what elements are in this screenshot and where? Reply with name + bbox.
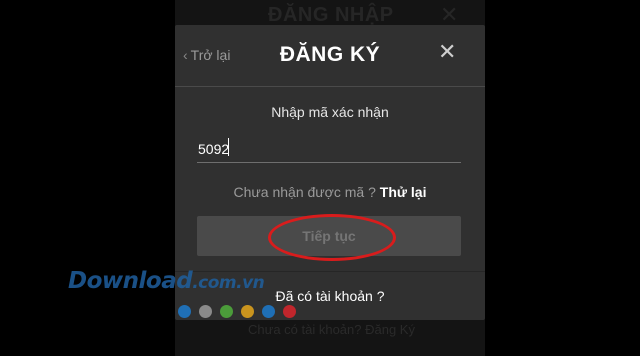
background-modal-title: ĐĂNG NHẬP (268, 4, 394, 26)
watermark-dots (178, 305, 304, 318)
continue-button[interactable]: Tiếp tục (197, 216, 461, 256)
resend-row: Chưa nhận được mã ? Thử lại (175, 184, 485, 200)
close-icon[interactable]: ✕ (438, 39, 456, 65)
watermark-text: Download (68, 268, 193, 294)
watermark-suffix: .com.vn (192, 273, 265, 293)
watermark-dot (178, 305, 191, 318)
watermark-dot (241, 305, 254, 318)
background-modal-footer: Chưa có tài khoản? Đăng Ký (248, 322, 415, 337)
watermark-dot (220, 305, 233, 318)
modal-header: ‹ Trở lại ĐĂNG KÝ ✕ (175, 25, 485, 87)
resend-question: Chưa nhận được mã ? (233, 184, 376, 200)
watermark-dot (262, 305, 275, 318)
verification-code-input[interactable] (197, 135, 461, 163)
watermark-dot (199, 305, 212, 318)
watermark-logo: Download.com.vn (68, 268, 265, 294)
verification-prompt: Nhập mã xác nhận (271, 104, 389, 120)
watermark-dot (283, 305, 296, 318)
resend-link[interactable]: Thử lại (380, 184, 427, 200)
text-caret (228, 138, 229, 156)
